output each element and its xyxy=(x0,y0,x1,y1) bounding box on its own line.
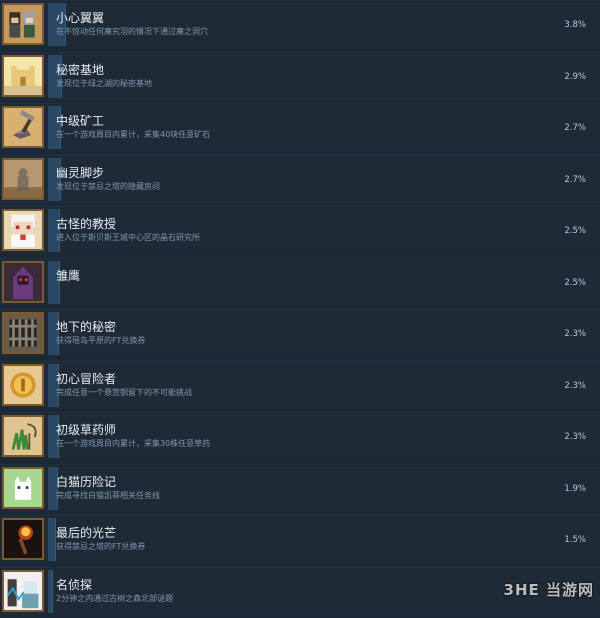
achievement-title: 雏鹰 xyxy=(56,268,81,283)
achievement-description: 进入位于斯贝斯王城中心区的晶石研究所 xyxy=(56,233,200,242)
iron-gate-icon xyxy=(2,312,44,354)
achievement-row[interactable]: 雏鹰 2.5% xyxy=(0,257,600,306)
achievement-row[interactable]: 幽灵脚步 发现位于禁忌之塔的隐藏房间 2.7% xyxy=(0,154,600,203)
achievement-title: 小心翼翼 xyxy=(56,11,105,25)
achievement-title: 秘密基地 xyxy=(56,62,105,77)
unlock-percentage: 2.5% xyxy=(564,277,586,288)
unlock-rate-bar xyxy=(48,569,53,613)
achievement-row[interactable]: 中级矿工在一个游戏周目内累计，采集40块任意矿石 2.7% xyxy=(0,103,600,151)
achievement-row[interactable]: 白猫历险记 完成寻找白猫凯蒂相关任务线 1.9% xyxy=(0,463,600,512)
herb-sickle-icon xyxy=(2,415,44,457)
torch-icon xyxy=(2,518,44,560)
gold-coin-icon xyxy=(2,363,44,406)
achievement-title: 幽灵脚步 xyxy=(56,165,105,180)
purple-hooded-figure-icon xyxy=(2,260,44,303)
achievement-list: 小心翼翼在不惊动任何魔究羽的情况下通过魔之洞穴 3.8% 秘密基地 发现位于绿之湖的秘… xyxy=(0,0,600,618)
achievement-description: 完成寻找白猫凯蒂相关任务线 xyxy=(56,490,160,500)
unlock-percentage: 1.5% xyxy=(564,535,586,545)
achievement-title: 初心冒险者 xyxy=(56,371,117,386)
achievement-description: 在不惊动任何魔究羽的情况下通过魔之洞穴 xyxy=(56,27,208,36)
achievement-description: 在一个游戏周目内累计，采集30株任意草药 xyxy=(56,439,211,448)
achievement-row[interactable]: 秘密基地 发现位于绿之湖的秘密基地 2.9% xyxy=(0,51,600,100)
achievement-row[interactable]: 古怪的教授进入位于斯贝斯王城中心区的晶石研究所 2.5% xyxy=(0,206,600,254)
achievement-row[interactable]: 地下的秘密获得瑶岛平原的FT兑换券 2.3% xyxy=(0,309,600,357)
achievement-description: 完成任意一个悬赏钢留下的不可能挑战 xyxy=(56,387,192,397)
achievement-title: 地下的秘密 xyxy=(56,320,117,334)
unlock-percentage: 1.9% xyxy=(564,483,586,494)
achievement-description: 2分钟之内通过古树之森北部谜题 xyxy=(56,593,174,603)
unlock-percentage: 2.7% xyxy=(564,174,586,185)
achievement-title: 最后的光芒 xyxy=(56,526,117,540)
unlock-percentage: 2.3% xyxy=(564,380,586,391)
hooded-characters-icon xyxy=(2,3,44,45)
sandcastle-icon xyxy=(2,54,44,97)
achievement-title: 古怪的教授 xyxy=(56,217,117,231)
unlock-percentage: 2.3% xyxy=(564,432,586,442)
unlock-rate-bar xyxy=(48,518,56,561)
white-haired-professor-icon xyxy=(2,209,44,251)
ghost-silhouette-icon xyxy=(2,157,44,200)
unlock-percentage: 2.9% xyxy=(564,71,586,82)
achievement-description: 在一个游戏周目内累计，采集40块任意矿石 xyxy=(56,130,211,139)
achievement-title: 初级草药师 xyxy=(56,423,117,437)
white-cat-icon xyxy=(2,466,44,509)
unlock-percentage: 2.5% xyxy=(564,226,586,236)
achievement-row[interactable]: 初级草药师在一个游戏周目内累计，采集30株任意草药 2.3% xyxy=(0,412,600,460)
achievement-description: 发现位于绿之湖的秘密基地 xyxy=(56,78,152,88)
achievement-title: 中级矿工 xyxy=(56,114,105,128)
achievement-row[interactable]: 最后的光芒获得禁忌之塔的FT兑换券 1.5% xyxy=(0,515,600,563)
detective-icon xyxy=(2,569,44,612)
achievement-row[interactable]: 小心翼翼在不惊动任何魔究羽的情况下通过魔之洞穴 3.8% xyxy=(0,0,600,48)
watermark-logo: 3HE 当游网 xyxy=(503,581,594,599)
achievement-description: 发现位于禁忌之塔的隐藏房间 xyxy=(56,181,160,191)
achievement-title: 名侦探 xyxy=(56,577,93,592)
unlock-percentage: 2.7% xyxy=(564,123,586,133)
unlock-percentage: 2.3% xyxy=(564,329,586,339)
unlock-percentage: 3.8% xyxy=(564,20,586,30)
achievement-title: 白猫历险记 xyxy=(56,474,117,489)
pickaxe-ore-icon xyxy=(2,106,44,148)
achievement-description: 获得瑶岛平原的FT兑换券 xyxy=(56,336,146,345)
achievement-description: 获得禁忌之塔的FT兑换券 xyxy=(56,542,146,551)
achievement-row[interactable]: 初心冒险者 完成任意一个悬赏钢留下的不可能挑战 2.3% xyxy=(0,360,600,409)
